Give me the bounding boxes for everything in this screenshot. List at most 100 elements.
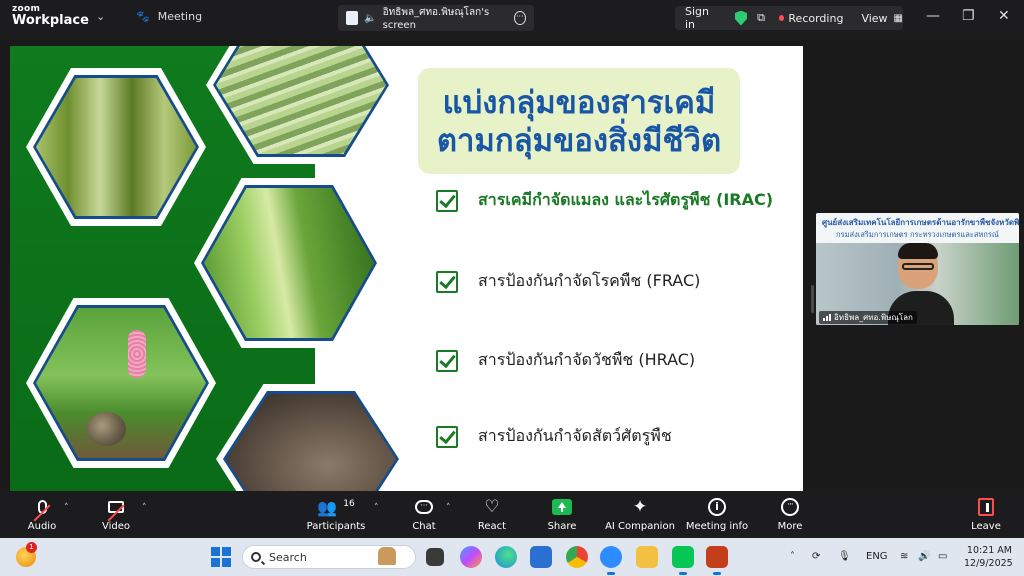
- zoom-logo: zoom Workplace: [12, 5, 89, 28]
- edge-icon[interactable]: [495, 546, 517, 568]
- search-highlight-icon: [378, 547, 396, 565]
- checkbox-icon: [436, 189, 458, 212]
- shield-check-icon[interactable]: [734, 10, 748, 26]
- meeting-toolbar: Audio ˄ Video ˄ 👥 16 Participants ˄ ··· C…: [0, 491, 1024, 538]
- screen-share-indicator[interactable]: 🔈 อิทธิพล_ศทอ.พิษณุโลก's screen ···: [338, 5, 534, 31]
- share-button[interactable]: Share: [542, 497, 582, 532]
- search-placeholder: Search: [269, 550, 307, 564]
- chat-button[interactable]: ··· Chat: [406, 497, 442, 532]
- more-icon: ···: [781, 498, 799, 516]
- shared-slide: แบ่งกลุ่มของสารเคมี ตามกลุ่มของสิ่งมีชีว…: [10, 46, 803, 491]
- participant-count: 16: [343, 499, 355, 509]
- meeting-stage: แบ่งกลุ่มของสารเคมี ตามกลุ่มของสิ่งมีชีว…: [0, 36, 1024, 491]
- list-item: สารเคมีกำจัดแมลง และไรศัตรูพืช (IRAC): [436, 188, 773, 213]
- volume-icon[interactable]: 🔊: [918, 551, 930, 562]
- react-button[interactable]: ♡ React: [472, 497, 512, 532]
- language-indicator[interactable]: ENG: [866, 551, 888, 562]
- checkbox-icon: [436, 425, 458, 448]
- ai-companion-button[interactable]: ✦ AI Companion: [604, 497, 676, 532]
- mic-icon[interactable]: 🎙: [838, 551, 851, 562]
- meeting-menu[interactable]: 🐾 Meeting: [136, 10, 202, 23]
- title-bar: zoom Workplace ⌄ 🐾 Meeting 🔈 อิทธิพล_ศทอ…: [0, 0, 1024, 36]
- sparkle-icon: ✦: [632, 497, 648, 517]
- store-icon[interactable]: [530, 546, 552, 568]
- slide-title-line-1: แบ่งกลุ่มของสารเคมี: [442, 85, 716, 121]
- share-label: Share: [547, 521, 577, 532]
- search-icon: [251, 552, 261, 562]
- copilot-icon[interactable]: [460, 546, 482, 568]
- more-button[interactable]: ··· More: [772, 497, 808, 532]
- chat-label: Chat: [412, 521, 436, 532]
- list-item-text: สารป้องกันกำจัดสัตว์ศัตรูพืช: [478, 426, 672, 445]
- participants-button[interactable]: 👥 16 Participants: [306, 497, 366, 533]
- list-item-text: สารเคมีกำจัดแมลง และไรศัตรูพืช (IRAC): [478, 190, 774, 209]
- tray-overflow-caret[interactable]: ˄: [790, 551, 795, 562]
- list-item: สารป้องกันกำจัดวัชพืช (HRAC): [436, 348, 695, 373]
- powerpoint-icon[interactable]: [706, 546, 728, 575]
- leave-label: Leave: [971, 521, 1001, 532]
- sign-in-button[interactable]: Sign in: [675, 5, 729, 31]
- brand-large: Workplace: [12, 13, 89, 28]
- top-right-controls: Sign in ⧉ Recording View ▦: [675, 5, 903, 31]
- system-clock[interactable]: 10:21 AM 12/9/2025: [964, 544, 1013, 570]
- chrome-icon[interactable]: [566, 546, 588, 568]
- meeting-label: Meeting: [157, 10, 203, 23]
- speaker-icon: 🔈: [364, 12, 377, 24]
- windows-icon[interactable]: [211, 547, 231, 567]
- audio-options-caret[interactable]: ˄: [64, 503, 69, 513]
- video-options-caret[interactable]: ˄: [142, 503, 147, 513]
- banner-line-1: ศูนย์ส่งเสริมเทคโนโลยีการเกษตรด้านอารักข…: [822, 218, 1019, 227]
- react-label: React: [477, 521, 507, 532]
- recording-label[interactable]: Recording: [788, 12, 843, 25]
- slide-title-line-2: ตามกลุ่มของสิ่งมีชีวิต: [436, 123, 722, 159]
- meeting-info-label: Meeting info: [685, 521, 749, 532]
- grid-icon[interactable]: ⧉: [757, 11, 765, 25]
- share-title: อิทธิพล_ศทอ.พิษณุโลก's screen: [382, 7, 490, 31]
- share-screen-icon: [552, 499, 572, 515]
- info-icon: i: [708, 498, 726, 516]
- battery-icon[interactable]: ▭: [938, 551, 947, 562]
- windows-taskbar: 1 Search ˄ ⟳ 🎙 ENG ≋ 🔊 ▭ 10:21 AM 12/9/2…: [0, 538, 1024, 576]
- clock-date: 12/9/2025: [964, 558, 1013, 569]
- ai-companion-label: AI Companion: [605, 521, 675, 532]
- checkbox-icon: [436, 270, 458, 293]
- wifi-icon[interactable]: ≋: [900, 551, 908, 562]
- paw-icon: 🐾: [136, 10, 150, 23]
- chat-options-caret[interactable]: ˄: [446, 503, 451, 513]
- close-icon[interactable]: ✕: [998, 8, 1010, 24]
- banner-line-2: กรมส่งเสริมการเกษตร กระทรวงเกษตรและสหกรณ…: [836, 230, 999, 239]
- participant-video-tile[interactable]: ศูนย์ส่งเสริมเทคโนโลยีการเกษตรด้านอารักข…: [816, 213, 1019, 325]
- snail-shell: [86, 412, 126, 446]
- minimize-icon[interactable]: —: [926, 8, 940, 24]
- task-view-icon[interactable]: [426, 548, 444, 566]
- audio-button[interactable]: Audio: [22, 497, 62, 532]
- view-grid-icon[interactable]: ▦: [894, 13, 903, 24]
- leave-icon: [978, 498, 994, 516]
- presenter-avatar-icon: [346, 11, 359, 25]
- list-item: สารป้องกันกำจัดโรคพืช (FRAC): [436, 269, 700, 294]
- participants-options-caret[interactable]: ˄: [374, 503, 379, 513]
- participants-label: Participants: [306, 521, 366, 532]
- leave-button[interactable]: Leave: [966, 497, 1006, 532]
- view-button[interactable]: View: [861, 12, 887, 25]
- more-label: More: [777, 521, 803, 532]
- clock-time: 10:21 AM: [966, 545, 1012, 556]
- line-app-icon[interactable]: [672, 546, 694, 575]
- meeting-info-button[interactable]: i Meeting info: [684, 497, 750, 532]
- zoom-app-icon[interactable]: [600, 546, 622, 575]
- slide-title-box: แบ่งกลุ่มของสารเคมี ตามกลุ่มของสิ่งมีชีว…: [418, 68, 740, 174]
- restore-icon[interactable]: ❐: [962, 8, 975, 24]
- more-icon[interactable]: ···: [513, 11, 526, 25]
- list-item-text: สารป้องกันกำจัดวัชพืช (HRAC): [478, 350, 696, 369]
- checkbox-icon: [436, 349, 458, 372]
- participant-name-label: อิทธิพล_ศทอ.พิษณุโลก: [819, 311, 917, 324]
- panel-resize-handle[interactable]: [811, 285, 814, 313]
- file-explorer-icon[interactable]: [636, 546, 658, 568]
- list-item-text: สารป้องกันกำจัดโรคพืช (FRAC): [478, 271, 701, 290]
- video-background-banner: ศูนย์ส่งเสริมเทคโนโลยีการเกษตรด้านอารักข…: [816, 213, 1019, 243]
- chevron-down-icon[interactable]: ⌄: [96, 10, 105, 23]
- heart-icon: ♡: [484, 497, 500, 517]
- video-button[interactable]: Video: [96, 497, 136, 532]
- sync-icon[interactable]: ⟳: [812, 551, 820, 562]
- participant-name: อิทธิพล_ศทอ.พิษณุโลก: [834, 313, 913, 322]
